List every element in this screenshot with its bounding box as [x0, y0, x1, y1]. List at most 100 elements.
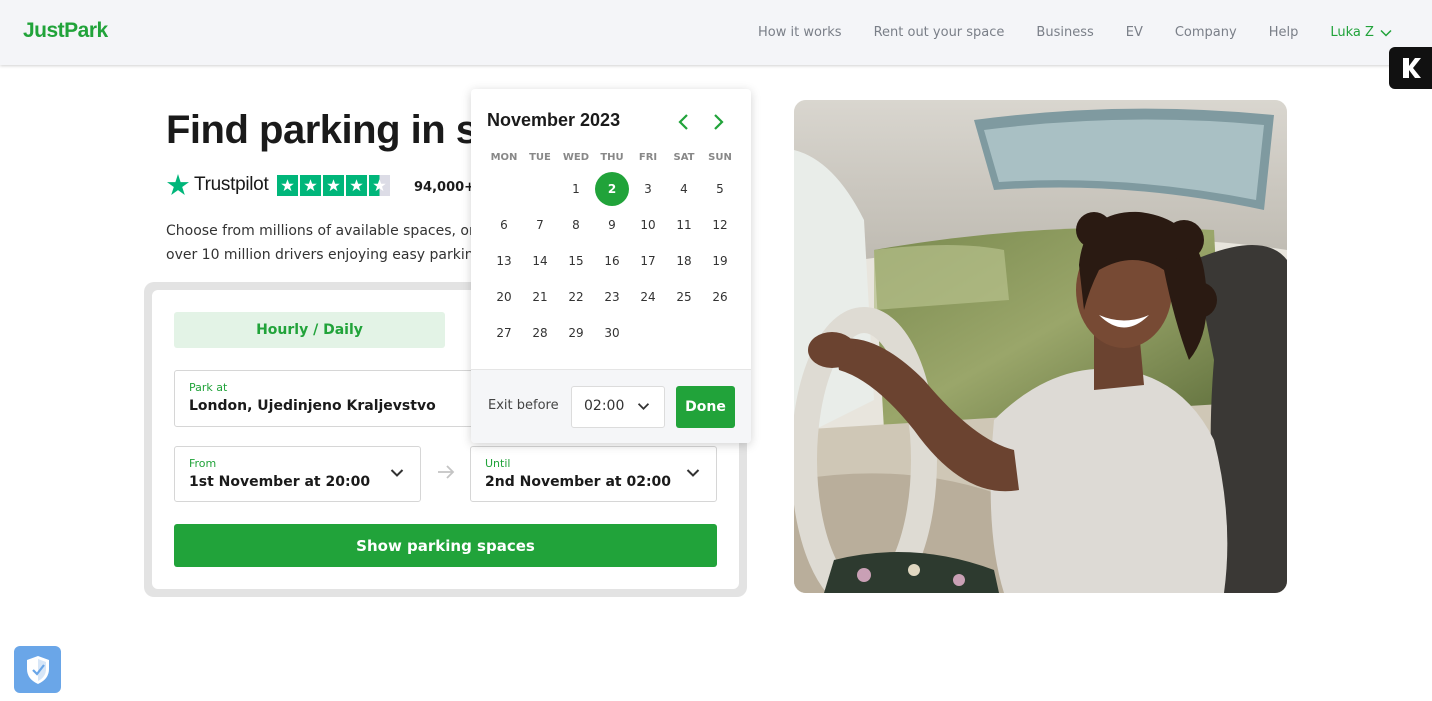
park-at-label: Park at: [189, 381, 228, 394]
until-field[interactable]: Until 2nd November at 02:00: [470, 446, 717, 502]
calendar-day[interactable]: 12: [702, 207, 738, 243]
chevron-down-icon: [637, 403, 650, 411]
calendar-day[interactable]: 29: [558, 315, 594, 351]
star-icon: [300, 174, 322, 196]
calendar-day[interactable]: 3: [630, 171, 666, 207]
calendar-footer: Exit before 02:00 Done: [471, 369, 751, 443]
calendar-day[interactable]: 21: [522, 279, 558, 315]
calendar-day[interactable]: 14: [522, 243, 558, 279]
weekday-label: THU: [600, 152, 624, 163]
calendar-day[interactable]: 28: [522, 315, 558, 351]
calendar-day[interactable]: 18: [666, 243, 702, 279]
nav-link-ev[interactable]: EV: [1126, 25, 1143, 40]
weekday-header: MON TUE WED THU FRI SAT SUN: [486, 152, 738, 163]
from-label: From: [189, 457, 217, 470]
justpark-logo[interactable]: JustPark: [23, 19, 108, 43]
calendar-day-number: 20: [496, 290, 512, 304]
user-menu[interactable]: Luka Z: [1330, 25, 1392, 40]
trustpilot-stars: [277, 174, 392, 196]
exit-time-select[interactable]: 02:00: [571, 386, 665, 428]
calendar-day[interactable]: 13: [486, 243, 522, 279]
calendar-day[interactable]: 15: [558, 243, 594, 279]
calendar-day[interactable]: 19: [702, 243, 738, 279]
calendar-blank-cell: [522, 171, 558, 207]
calendar-day[interactable]: 27: [486, 315, 522, 351]
calendar-day-number: 29: [568, 326, 584, 340]
calendar-day-number: 8: [572, 218, 580, 232]
tab-hourly-daily[interactable]: Hourly / Daily: [174, 312, 445, 348]
nav-link-business[interactable]: Business: [1036, 25, 1093, 40]
calendar-day-selected[interactable]: 2: [594, 171, 630, 207]
calendar-day[interactable]: 26: [702, 279, 738, 315]
calendar-day[interactable]: 20: [486, 279, 522, 315]
calendar-day[interactable]: 11: [666, 207, 702, 243]
privacy-shield-button[interactable]: [14, 646, 61, 693]
chevron-down-icon: [1380, 29, 1392, 37]
k-extension-badge[interactable]: [1389, 47, 1432, 89]
calendar-day[interactable]: 24: [630, 279, 666, 315]
calendar-day[interactable]: 6: [486, 207, 522, 243]
calendar-day-number: 18: [676, 254, 692, 268]
calendar-day[interactable]: 10: [630, 207, 666, 243]
arrow-right-icon: [438, 465, 455, 479]
calendar-day[interactable]: 4: [666, 171, 702, 207]
park-at-field[interactable]: Park at London, Ujedinjeno Kraljevstvo: [174, 370, 474, 427]
next-month-button[interactable]: [709, 110, 729, 134]
weekday-label: SUN: [708, 152, 732, 163]
nav-link-help[interactable]: Help: [1269, 25, 1299, 40]
calendar-day-number: 14: [532, 254, 548, 268]
nav-links: How it works Rent out your space Busines…: [758, 0, 1392, 65]
calendar-day-number: 6: [500, 218, 508, 232]
calendar-day-number: 19: [712, 254, 728, 268]
exit-before-label: Exit before: [488, 398, 559, 413]
top-nav: JustPark How it works Rent out your spac…: [0, 0, 1432, 65]
calendar-day[interactable]: 30: [594, 315, 630, 351]
calendar-day-grid: 1 2 3 4 5 6 7 8 9 10 11 12 13 14 15 16 17 18 19 20 21 22 23 24 2…: [486, 171, 738, 351]
calendar-day-number: 7: [536, 218, 544, 232]
calendar-day-number: 23: [604, 290, 620, 304]
calendar-day-number: 11: [676, 218, 692, 232]
show-parking-spaces-button[interactable]: Show parking spaces: [174, 524, 717, 567]
calendar-day[interactable]: 25: [666, 279, 702, 315]
calendar-day[interactable]: 1: [558, 171, 594, 207]
calendar-day-number: 3: [644, 182, 652, 196]
k-logo-icon: [1402, 58, 1421, 78]
prev-month-button[interactable]: [673, 110, 693, 134]
calendar-day-number: 17: [640, 254, 656, 268]
trustpilot-rating[interactable]: Trustpilot: [166, 173, 392, 197]
date-picker-popup: November 2023 MON TUE WED THU FRI SAT SU…: [471, 89, 751, 443]
calendar-day-number: 2: [595, 172, 629, 206]
from-field[interactable]: From 1st November at 20:00: [174, 446, 421, 502]
done-button[interactable]: Done: [676, 386, 735, 428]
calendar-day-number: 28: [532, 326, 548, 340]
calendar-day[interactable]: 23: [594, 279, 630, 315]
calendar-day[interactable]: 16: [594, 243, 630, 279]
chevron-left-icon: [678, 114, 688, 130]
nav-link-rent-out[interactable]: Rent out your space: [874, 25, 1005, 40]
calendar-day-number: 1: [572, 182, 580, 196]
calendar-day-number: 10: [640, 218, 656, 232]
hero-description-line-2: over 10 million drivers enjoying easy pa…: [166, 247, 471, 263]
calendar-day[interactable]: 5: [702, 171, 738, 207]
nav-link-how-it-works[interactable]: How it works: [758, 25, 842, 40]
calendar-day-number: 5: [716, 182, 724, 196]
until-value: 2nd November at 02:00: [485, 474, 672, 490]
calendar-day[interactable]: 17: [630, 243, 666, 279]
calendar-day[interactable]: 22: [558, 279, 594, 315]
calendar-day[interactable]: 9: [594, 207, 630, 243]
weekday-label: FRI: [638, 152, 658, 163]
calendar-day[interactable]: 7: [522, 207, 558, 243]
weekday-label: TUE: [529, 152, 551, 163]
park-at-value: London, Ujedinjeno Kraljevstvo: [189, 398, 436, 414]
star-icon: [323, 174, 345, 196]
calendar-day[interactable]: 8: [558, 207, 594, 243]
chevron-down-icon: [686, 469, 700, 477]
exit-time-value: 02:00: [584, 398, 625, 414]
nav-link-company[interactable]: Company: [1175, 25, 1237, 40]
weekday-label: WED: [562, 152, 590, 163]
chevron-down-icon: [390, 469, 404, 477]
calendar-day-number: 26: [712, 290, 728, 304]
calendar-day-number: 22: [568, 290, 584, 304]
calendar-day-number: 12: [712, 218, 728, 232]
page-title: Find parking in s: [166, 108, 478, 152]
